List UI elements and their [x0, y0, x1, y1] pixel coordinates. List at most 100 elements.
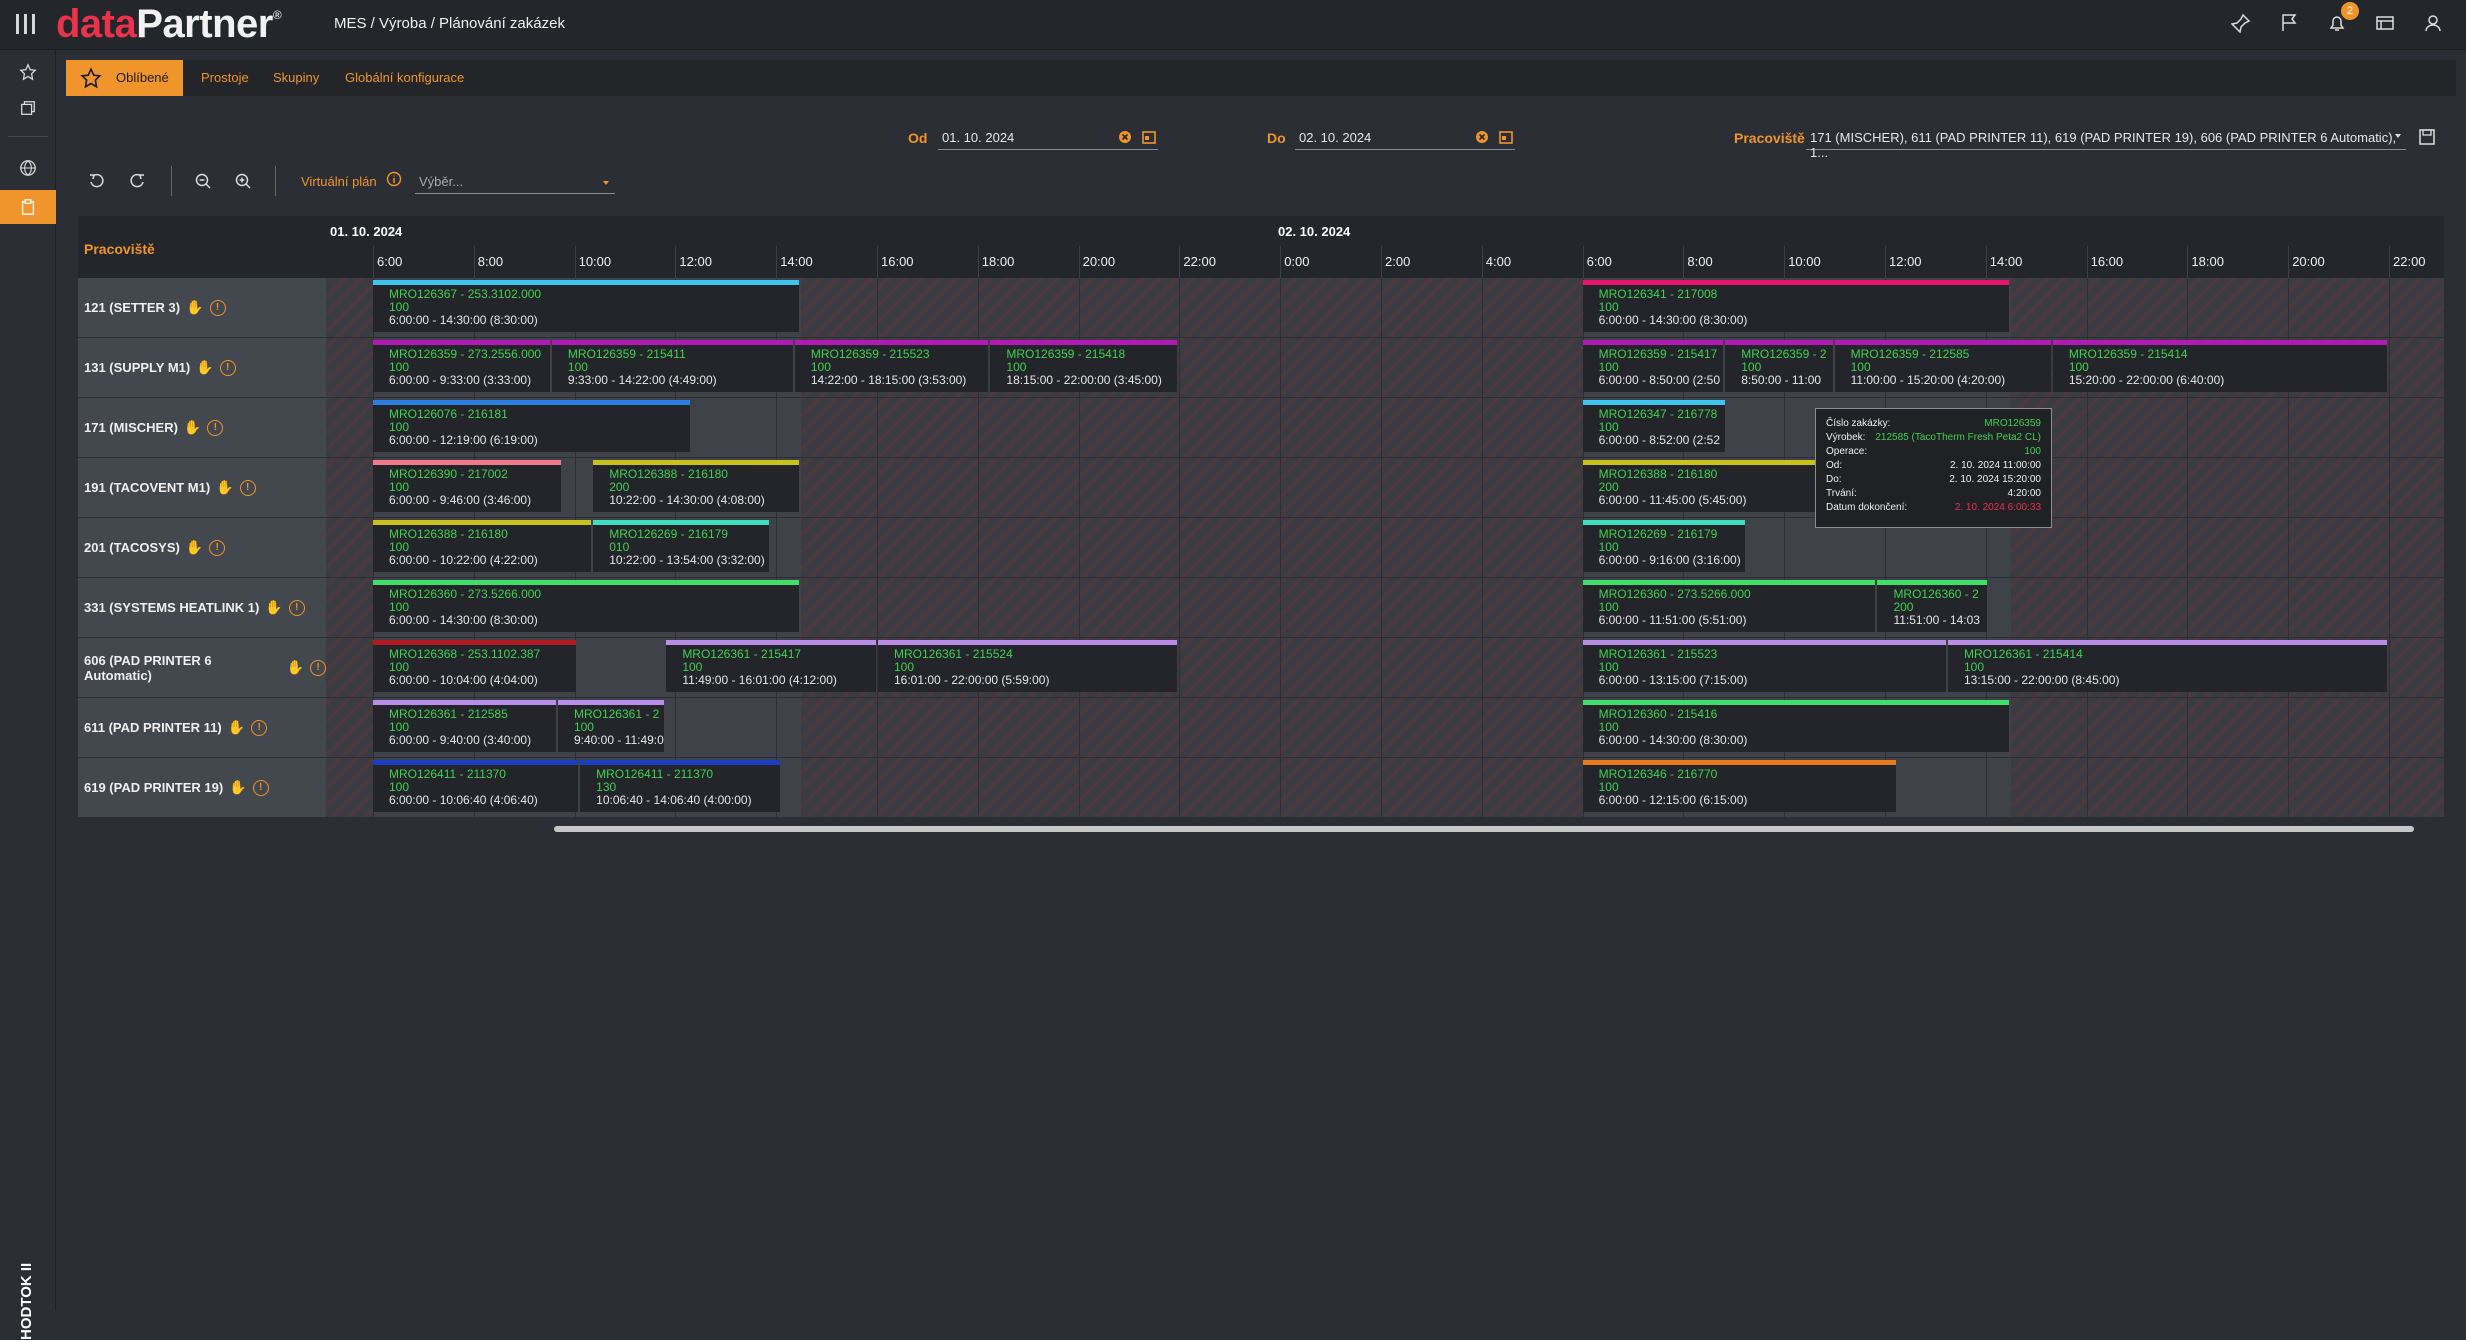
horizontal-scrollbar[interactable] — [554, 826, 2414, 832]
clear-icon[interactable] — [1118, 130, 1132, 147]
alert-icon[interactable]: ! — [209, 299, 226, 316]
task-bar[interactable]: MRO126359 - 215418 100 18:15:00 - 22:00:00… — [990, 340, 1178, 392]
hand-icon[interactable]: ✋ — [228, 719, 245, 736]
alert-icon[interactable]: ! — [209, 539, 226, 556]
task-bar[interactable]: MRO126360 - 273.5266.000 100 6:00:00 - 11:… — [1582, 580, 1876, 632]
flag-icon[interactable] — [2276, 10, 2302, 36]
zoom-out-icon[interactable] — [190, 166, 216, 196]
task-title: MRO126361 - 215417 — [682, 647, 802, 661]
undo-icon[interactable] — [84, 166, 110, 196]
chevron-down-icon[interactable] — [2392, 130, 2404, 145]
task-bar[interactable]: MRO126076 - 216181 100 6:00:00 - 12:19:00 … — [373, 400, 690, 452]
hand-icon[interactable]: ✋ — [186, 539, 203, 556]
row-label[interactable]: 619 (PAD PRINTER 19) ✋! — [78, 758, 326, 818]
table-icon[interactable] — [2372, 10, 2398, 36]
task-bar[interactable]: MRO126361 - 215524 100 16:01:00 - 22:00:00… — [878, 640, 1178, 692]
tab-downtimes[interactable]: Prostoje — [201, 60, 249, 96]
tab-global-config[interactable]: Globální konfigurace — [345, 60, 464, 96]
hour-tick — [1885, 246, 1886, 278]
row-label[interactable]: 121 (SETTER 3) ✋! — [78, 278, 326, 338]
task-bar[interactable]: MRO126388 - 216180 100 6:00:00 - 10:22:00 … — [373, 520, 592, 572]
task-bar[interactable]: MRO126388 - 216180 200 10:22:00 - 14:30:00… — [593, 460, 800, 512]
clear-icon[interactable] — [1475, 130, 1489, 147]
task-bar[interactable]: MRO126359 - 215414 100 15:20:00 - 22:00:00… — [2052, 340, 2387, 392]
task-bar[interactable]: MRO126359 - 215417 100 6:00:00 - 8:50:00 (… — [1582, 340, 1724, 392]
calendar-icon[interactable] — [1499, 130, 1513, 147]
star-icon[interactable] — [0, 55, 56, 89]
task-bar[interactable]: MRO126388 - 216180 200 6:00:00 - 11:45:00 … — [1582, 460, 1823, 512]
row-label[interactable]: 331 (SYSTEMS HEATLINK 1) ✋! — [78, 578, 326, 638]
task-bar[interactable]: MRO126361 - 215523 100 6:00:00 - 13:15:00 … — [1582, 640, 1946, 692]
alert-icon[interactable]: ! — [207, 419, 224, 436]
zoom-in-icon[interactable] — [230, 166, 256, 196]
menu-icon[interactable] — [16, 14, 38, 36]
task-bar[interactable]: MRO126359 - 2 100 8:50:00 - 11:00 — [1725, 340, 1833, 392]
tooltip-value: 100 — [2024, 446, 2041, 457]
task-bar[interactable]: MRO126361 - 2 100 9:40:00 - 11:49:0 — [557, 700, 665, 752]
task-bar[interactable]: MRO126360 - 273.5266.000 100 6:00:00 - 14:… — [373, 580, 800, 632]
task-time: 10:22:00 - 14:30:00 (4:08:00) — [609, 493, 765, 507]
tab-favorites[interactable]: Oblíbené — [66, 60, 183, 96]
task-bar[interactable]: MRO126360 - 2 200 11:51:00 - 14:03 — [1877, 580, 1988, 632]
task-bar[interactable]: MRO126359 - 212585 100 11:00:00 - 15:20:00… — [1834, 340, 2051, 392]
hand-icon[interactable]: ✋ — [184, 419, 201, 436]
user-icon[interactable] — [2420, 10, 2446, 36]
hour-label: 16:00 — [2090, 254, 2124, 269]
task-bar[interactable]: MRO126411 - 211370 100 6:00:00 - 10:06:40 … — [373, 760, 579, 812]
task-bar[interactable]: MRO126368 - 253.1102.387 100 6:00:00 - 10:… — [373, 640, 577, 692]
bell-icon[interactable]: 2 — [2324, 2, 2359, 36]
hand-icon[interactable]: ✋ — [229, 779, 246, 796]
hand-icon[interactable]: ✋ — [186, 299, 203, 316]
task-bar[interactable]: MRO126359 - 273.2556.000 100 6:00:00 - 9:3… — [373, 340, 550, 392]
hand-icon[interactable]: ✋ — [287, 659, 304, 676]
task-bar[interactable]: MRO126390 - 217002 100 6:00:00 - 9:46:00 (… — [373, 460, 561, 512]
hand-icon[interactable]: ✋ — [216, 479, 233, 496]
calendar-icon[interactable] — [1142, 130, 1156, 147]
task-bar[interactable]: MRO126359 - 215523 100 14:22:00 - 18:15:00… — [794, 340, 989, 392]
workplace-select[interactable]: 171 (MISCHER), 611 (PAD PRINTER 11), 619… — [1806, 126, 2406, 160]
alert-icon[interactable]: ! — [288, 599, 305, 616]
logo[interactable]: dataPartner® — [56, 2, 282, 47]
info-icon[interactable] — [386, 171, 402, 192]
tab-groups[interactable]: Skupiny — [273, 60, 319, 96]
task-bar[interactable]: MRO126341 - 217008 100 6:00:00 - 14:30:00 … — [1582, 280, 2009, 332]
from-date-field[interactable]: 01. 10. 2024 — [938, 126, 1158, 150]
hour-tick — [2389, 246, 2390, 278]
task-bar[interactable]: MRO126360 - 215416 100 6:00:00 - 14:30:00 … — [1582, 700, 2009, 752]
task-quantity: 010 — [609, 540, 630, 554]
task-bar[interactable]: MRO126367 - 253.3102.000 100 6:00:00 - 14:… — [373, 280, 800, 332]
save-icon[interactable] — [2418, 128, 2436, 151]
alert-icon[interactable]: ! — [251, 719, 268, 736]
alert-icon[interactable]: ! — [252, 779, 269, 796]
hand-icon[interactable]: ✋ — [196, 359, 213, 376]
alert-icon[interactable]: ! — [219, 359, 236, 376]
row-label[interactable]: 191 (TACOVENT M1) ✋! — [78, 458, 326, 518]
row-label[interactable]: 131 (SUPPLY M1) ✋! — [78, 338, 326, 398]
task-bar[interactable]: MRO126361 - 215414 100 13:15:00 - 22:00:00… — [1948, 640, 2387, 692]
alert-icon[interactable]: ! — [310, 659, 326, 676]
layers-icon[interactable] — [0, 91, 56, 125]
row-label[interactable]: 606 (PAD PRINTER 6 Automatic) ✋! — [78, 638, 326, 698]
task-bar[interactable]: MRO126361 - 212585 100 6:00:00 - 9:40:00 (… — [373, 700, 556, 752]
row-label[interactable]: 611 (PAD PRINTER 11) ✋! — [78, 698, 326, 758]
task-bar[interactable]: MRO126411 - 211370 130 10:06:40 - 14:06:40… — [580, 760, 780, 812]
task-bar[interactable]: MRO126361 - 215417 100 11:49:00 - 16:01:00… — [666, 640, 876, 692]
task-bar[interactable]: MRO126347 - 216778 100 6:00:00 - 8:52:00 (… — [1582, 400, 1726, 452]
clipboard-icon[interactable] — [0, 190, 56, 224]
globe-icon[interactable] — [0, 151, 56, 185]
task-quantity: 100 — [389, 780, 410, 794]
to-date-field[interactable]: 02. 10. 2024 — [1295, 126, 1515, 150]
redo-icon[interactable] — [124, 166, 150, 196]
row-label[interactable]: 201 (TACOSYS) ✋! — [78, 518, 326, 578]
pin-icon[interactable] — [2228, 10, 2254, 36]
alert-icon[interactable]: ! — [239, 479, 256, 496]
virtual-plan-select[interactable]: Výběr... — [415, 170, 615, 194]
task-bar[interactable]: MRO126346 - 216770 100 6:00:00 - 12:15:00 … — [1582, 760, 1896, 812]
task-bar[interactable]: MRO126269 - 216179 100 6:00:00 - 9:16:00 (… — [1582, 520, 1746, 572]
hand-icon[interactable]: ✋ — [265, 599, 282, 616]
task-bar[interactable]: MRO126359 - 215411 100 9:33:00 - 14:22:00 … — [551, 340, 793, 392]
tooltip-key: Číslo zakázky: — [1826, 418, 1891, 429]
row-label-text: 131 (SUPPLY M1) — [84, 360, 191, 375]
row-label[interactable]: 171 (MISCHER) ✋! — [78, 398, 326, 458]
task-bar[interactable]: MRO126269 - 216179 010 10:22:00 - 13:54:00… — [593, 520, 770, 572]
